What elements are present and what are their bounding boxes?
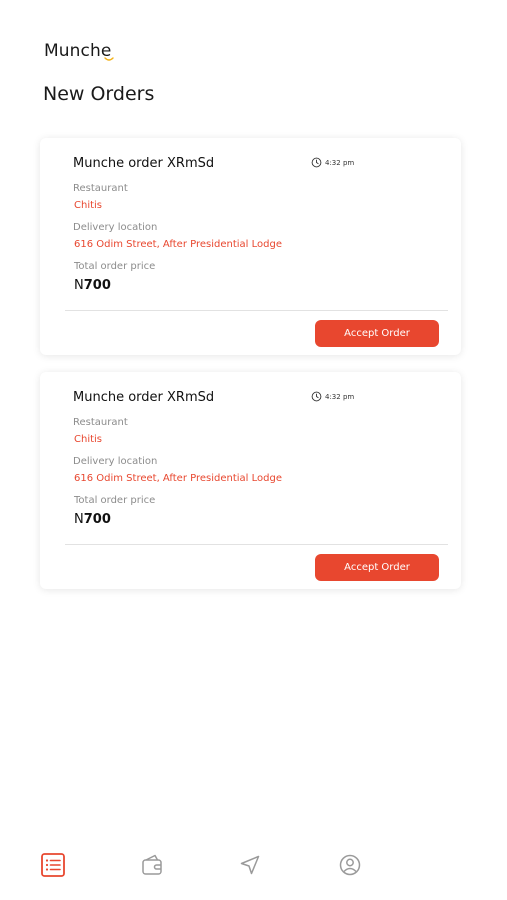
restaurant-label: Restaurant (73, 417, 128, 428)
bottom-navigation (0, 848, 507, 882)
delivery-location: 616 Odim Street, After Presidential Lodg… (74, 473, 282, 484)
restaurant-label: Restaurant (73, 183, 128, 194)
clock-icon (311, 157, 322, 168)
delivery-location-label: Delivery location (73, 222, 158, 233)
app-logo: Munche (44, 41, 112, 61)
profile-icon (339, 854, 361, 876)
nav-wallet[interactable] (135, 848, 169, 882)
currency-symbol: N (74, 278, 84, 293)
order-time: 4:32 pm (311, 391, 354, 402)
total-price: N700 (74, 278, 111, 293)
price-amount: 700 (83, 278, 111, 293)
currency-symbol: N (74, 512, 84, 527)
wallet-icon (142, 854, 162, 875)
delivery-location-label: Delivery location (73, 456, 158, 467)
card-divider (65, 544, 448, 545)
accept-order-button[interactable]: Accept Order (315, 320, 439, 347)
nav-location[interactable] (233, 848, 267, 882)
page-title: New Orders (43, 83, 155, 105)
order-time: 4:32 pm (311, 157, 354, 168)
orders-list-icon (41, 853, 65, 877)
restaurant-name: Chitis (74, 200, 103, 211)
order-time-text: 4:32 pm (325, 158, 355, 167)
order-name: Munche order XRmSd (73, 156, 215, 171)
total-price-label: Total order price (74, 495, 156, 506)
restaurant-name: Chitis (74, 434, 103, 445)
logo-smile-icon (104, 57, 114, 61)
card-divider (65, 310, 448, 311)
order-time-text: 4:32 pm (325, 392, 355, 401)
order-card: Munche order XRmSd 4:32 pm Restaurant Ch… (40, 138, 461, 355)
total-price-label: Total order price (74, 261, 156, 272)
new-orders-screen: Munche New Orders Munche order XRmSd 4:3… (0, 0, 507, 900)
order-name: Munche order XRmSd (73, 390, 215, 405)
accept-order-button[interactable]: Accept Order (315, 554, 439, 581)
price-amount: 700 (83, 512, 111, 527)
total-price: N700 (74, 512, 111, 527)
nav-profile[interactable] (333, 848, 367, 882)
order-card: Munche order XRmSd 4:32 pm Restaurant Ch… (40, 372, 461, 589)
clock-icon (311, 391, 322, 402)
navigation-icon (240, 855, 260, 875)
nav-orders[interactable] (36, 848, 70, 882)
delivery-location: 616 Odim Street, After Presidential Lodg… (74, 239, 282, 250)
